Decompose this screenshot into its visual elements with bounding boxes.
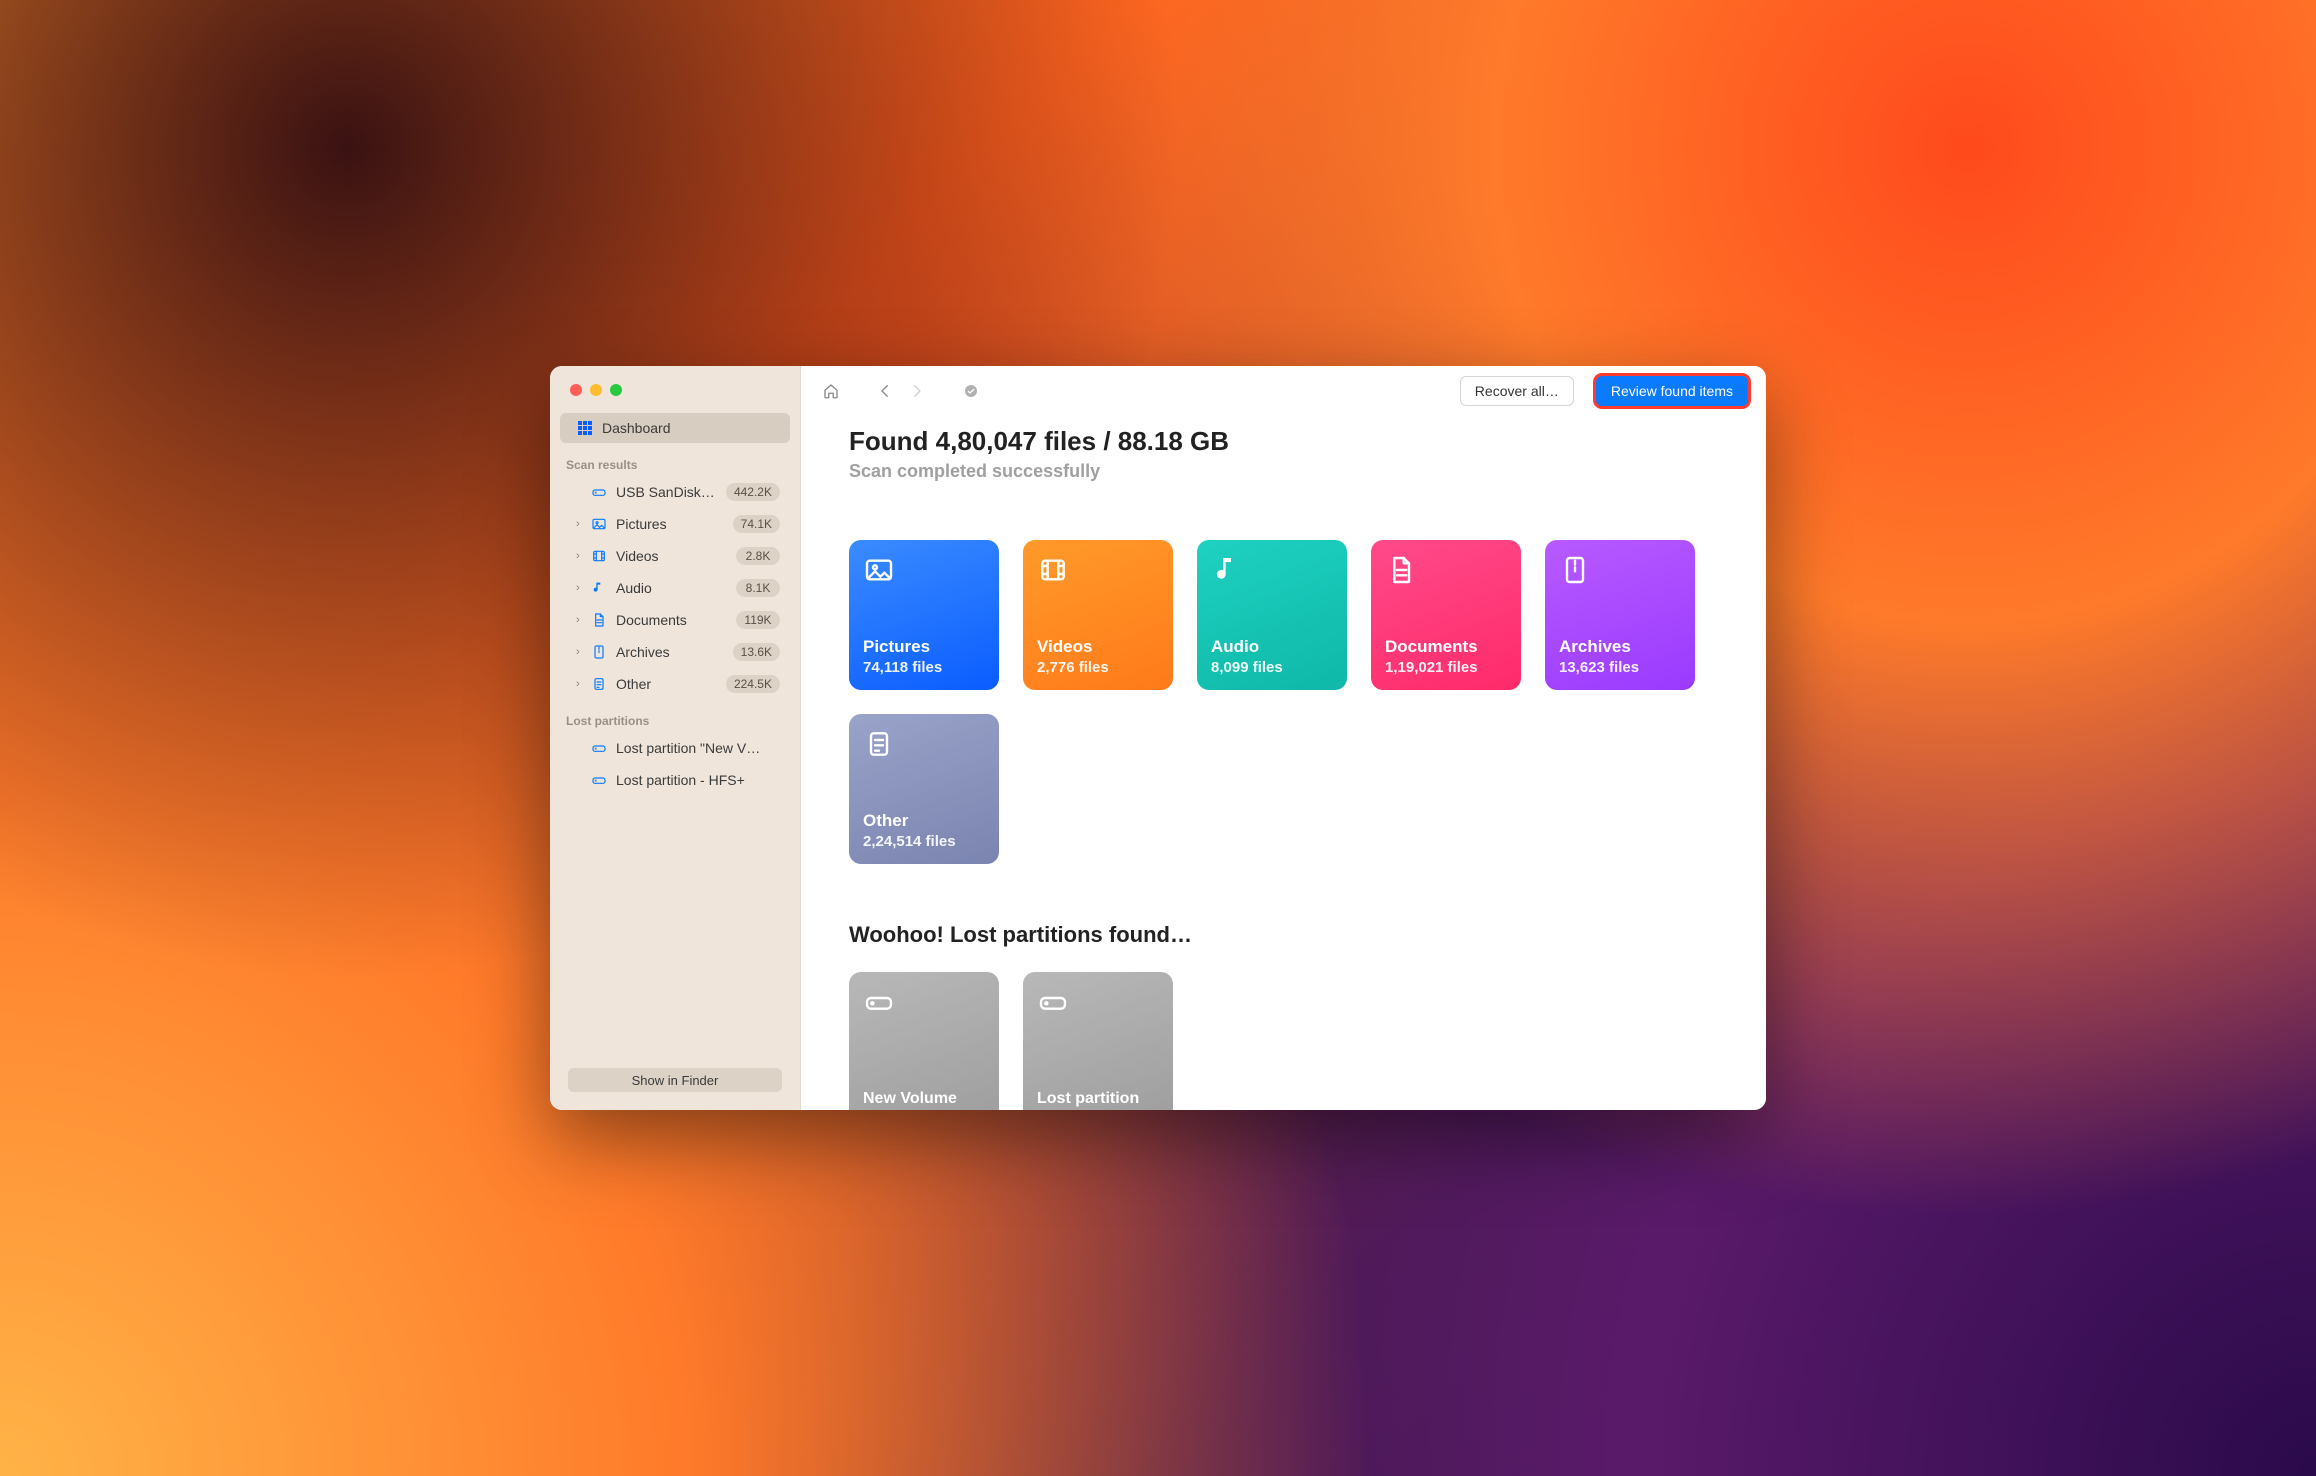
card-count: 1,19,021 files [1385,659,1507,676]
sidebar-item-audio[interactable]: › Audio 8.1K [560,573,790,603]
sidebar-item-pictures[interactable]: › Pictures 74.1K [560,509,790,539]
content-area: Found 4,80,047 files / 88.18 GB Scan com… [801,416,1766,1110]
chevron-right-icon[interactable]: › [576,518,586,530]
minimize-window-button[interactable] [590,384,602,396]
sidebar-item-count: 8.1K [736,579,780,597]
button-label: Recover all… [1475,383,1559,399]
other-file-icon [863,728,895,760]
sidebar-item-label: Other [616,676,651,692]
review-found-items-button[interactable]: Review found items [1596,376,1748,406]
chevron-right-icon[interactable]: › [576,614,586,626]
card-archives[interactable]: Archives 13,623 files [1545,540,1695,690]
sidebar-item-count: 119K [736,611,780,629]
recover-all-button[interactable]: Recover all… [1460,376,1574,406]
card-videos[interactable]: Videos 2,776 files [1023,540,1173,690]
document-icon [590,612,608,628]
card-other[interactable]: Other 2,24,514 files [849,714,999,864]
drive-icon [1037,986,1159,1023]
scan-complete-check-icon [959,379,983,403]
dashboard-icon [576,421,594,435]
archive-icon [590,644,608,660]
chevron-right-icon[interactable]: › [576,646,586,658]
card-documents[interactable]: Documents 1,19,021 files [1371,540,1521,690]
sidebar-item-count: 13.6K [733,643,780,661]
fullscreen-window-button[interactable] [610,384,622,396]
sidebar-item-count: 74.1K [733,515,780,533]
sidebar-item-count: 2.8K [736,547,780,565]
chevron-right-icon[interactable]: › [576,582,586,594]
drive-icon [590,484,608,500]
card-pictures[interactable]: Pictures 74,118 files [849,540,999,690]
button-label: Review found items [1611,383,1733,399]
card-title: Archives [1559,637,1681,657]
document-icon [1385,554,1417,586]
music-note-icon [1211,554,1243,586]
summary-subtitle: Scan completed successfully [849,461,1718,482]
toolbar: Recover all… Review found items [801,366,1766,416]
card-title: Lost partition [1037,1090,1159,1108]
show-in-finder-button[interactable]: Show in Finder [568,1068,782,1092]
sidebar-item-label: Documents [616,612,687,628]
drive-icon [863,986,985,1023]
film-icon [1037,554,1069,586]
sidebar-item-count: 442.2K [726,483,780,501]
sidebar-item-count: 224.5K [726,675,780,693]
drive-icon [590,772,608,788]
forward-button[interactable] [905,379,929,403]
image-icon [590,516,608,532]
sidebar-item-label: Lost partition - HFS+ [616,772,745,788]
sidebar-item-archives[interactable]: › Archives 13.6K [560,637,790,667]
window-traffic-lights [550,384,800,396]
sidebar-item-label: USB SanDisk… [616,484,715,500]
image-icon [863,554,895,586]
sidebar-item-usb[interactable]: USB SanDisk… 442.2K [560,477,790,507]
card-title: Videos [1037,637,1159,657]
other-file-icon [590,676,608,692]
back-button[interactable] [873,379,897,403]
card-count: 8,099 files [1211,659,1333,676]
sidebar-item-label: Audio [616,580,652,596]
sidebar-item-lost-partition-1[interactable]: Lost partition "New V… [560,733,790,763]
card-audio[interactable]: Audio 8,099 files [1197,540,1347,690]
sidebar-item-dashboard[interactable]: Dashboard [560,413,790,443]
archive-icon [1559,554,1591,586]
sidebar-section-lost-partitions: Lost partitions [550,700,800,732]
partition-cards: New Volume Lost partition [849,972,1718,1110]
card-title: New Volume [863,1090,985,1108]
chevron-right-icon[interactable]: › [576,678,586,690]
card-count: 74,118 files [863,659,985,676]
sidebar-item-lost-partition-2[interactable]: Lost partition - HFS+ [560,765,790,795]
sidebar-item-label: Archives [616,644,670,660]
chevron-right-icon[interactable]: › [576,550,586,562]
sidebar-item-other[interactable]: › Other 224.5K [560,669,790,699]
partition-card-new-volume[interactable]: New Volume [849,972,999,1110]
close-window-button[interactable] [570,384,582,396]
card-title: Documents [1385,637,1507,657]
sidebar-item-label: Dashboard [602,420,671,436]
music-note-icon [590,580,608,596]
sidebar-item-label: Pictures [616,516,667,532]
sidebar: Dashboard Scan results USB SanDisk… 442.… [550,366,801,1110]
card-title: Audio [1211,637,1333,657]
drive-icon [590,740,608,756]
app-window: Dashboard Scan results USB SanDisk… 442.… [550,366,1766,1110]
card-count: 2,776 files [1037,659,1159,676]
lost-partitions-heading: Woohoo! Lost partitions found… [849,922,1718,948]
home-button[interactable] [819,379,843,403]
sidebar-item-label: Videos [616,548,659,564]
summary-title: Found 4,80,047 files / 88.18 GB [849,426,1718,457]
category-cards: Pictures 74,118 files Videos 2,776 files… [849,540,1718,864]
card-count: 2,24,514 files [863,833,985,850]
card-count: 13,623 files [1559,659,1681,676]
main-panel: Recover all… Review found items Found 4,… [801,366,1766,1110]
card-title: Other [863,811,985,831]
sidebar-item-videos[interactable]: › Videos 2.8K [560,541,790,571]
sidebar-section-scan-results: Scan results [550,444,800,476]
sidebar-item-documents[interactable]: › Documents 119K [560,605,790,635]
card-title: Pictures [863,637,985,657]
partition-card-lost-partition[interactable]: Lost partition [1023,972,1173,1110]
film-icon [590,548,608,564]
sidebar-item-label: Lost partition "New V… [616,740,760,756]
